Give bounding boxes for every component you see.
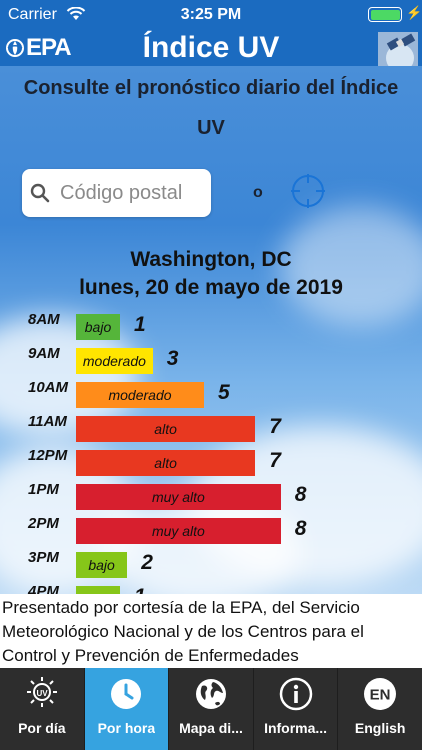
- forecast-date: lunes, 20 de mayo de 2019: [79, 276, 343, 299]
- clock-time: 3:25 PM: [180, 6, 242, 23]
- satellite-icon[interactable]: [378, 32, 418, 66]
- uv-value: 3: [166, 347, 179, 370]
- hourly-forecast-panel: Consulte el pronóstico diario del Índice…: [0, 66, 422, 594]
- tab-label: Por hora: [97, 720, 156, 736]
- uv-bar: alto: [76, 450, 256, 476]
- zip-search-box[interactable]: [22, 169, 211, 217]
- page-title: Índice UV: [142, 31, 280, 64]
- tab-mapa[interactable]: Mapa di...: [169, 668, 254, 750]
- uv-bar: moderado: [76, 348, 153, 374]
- hour-label: 9AM: [28, 345, 60, 362]
- uv-value: 8: [294, 517, 307, 540]
- hour-label: 3PM: [28, 549, 59, 566]
- clock-icon: [111, 679, 142, 709]
- or-label: o: [253, 184, 263, 201]
- uv-bar: bajo: [76, 552, 128, 578]
- tab-por-hora[interactable]: Por hora: [84, 668, 170, 750]
- hour-label: 8AM: [28, 311, 60, 328]
- tab-label: Informa...: [264, 720, 328, 736]
- headline: Consulte el pronóstico diario del Índice…: [23, 77, 399, 139]
- attribution-note: Presentado por cortesía de la EPA, del S…: [0, 594, 422, 668]
- svg-text:EN: EN: [370, 687, 391, 704]
- hour-label: 4PM: [28, 583, 59, 594]
- uv-bar: alto: [76, 416, 256, 442]
- location-city: Washington, DC: [130, 248, 292, 271]
- globe-icon: [195, 679, 226, 709]
- uv-value: 1: [134, 585, 146, 594]
- tab-label: English: [354, 720, 406, 736]
- tab-english[interactable]: EN English: [338, 668, 422, 750]
- hour-label: 10AM: [28, 379, 69, 396]
- nav-bar: EPA Índice UV: [0, 30, 422, 66]
- tab-por-dia[interactable]: UV Por día: [0, 668, 85, 750]
- uv-bar: moderado: [76, 382, 204, 408]
- uv-bar: muy alto: [76, 484, 281, 510]
- uv-bar: bajo: [76, 586, 120, 594]
- tab-bar: UV Por día Por hora Mapa di... Informa..…: [0, 668, 422, 750]
- tab-label: Por día: [18, 720, 66, 736]
- uv-value: 8: [294, 483, 307, 506]
- uv-bar: bajo: [76, 314, 120, 340]
- battery-icon: [368, 7, 402, 22]
- svg-text:UV: UV: [36, 689, 48, 698]
- search-icon: [30, 183, 50, 203]
- status-bar: Carrier 3:25 PM ⚡: [0, 0, 422, 30]
- uv-value: 1: [134, 313, 146, 336]
- hour-label: 12PM: [28, 447, 68, 464]
- tab-label: Mapa di...: [179, 720, 243, 736]
- uv-bar: muy alto: [76, 518, 281, 544]
- charging-icon: ⚡: [406, 5, 422, 20]
- uv-value: 7: [269, 415, 281, 438]
- locate-me-icon[interactable]: [290, 173, 326, 209]
- zip-code-input[interactable]: [60, 181, 200, 205]
- tab-informacion[interactable]: Informa...: [254, 668, 339, 750]
- hour-label: 1PM: [28, 481, 59, 498]
- sun-uv-icon: UV: [26, 677, 57, 707]
- uv-value: 2: [141, 551, 153, 574]
- hour-label: 2PM: [28, 515, 59, 532]
- hour-label: 11AM: [28, 413, 67, 430]
- info-icon: [279, 677, 312, 711]
- uv-value: 5: [218, 381, 230, 404]
- uv-value: 7: [269, 449, 281, 472]
- en-language-icon: EN: [364, 678, 397, 710]
